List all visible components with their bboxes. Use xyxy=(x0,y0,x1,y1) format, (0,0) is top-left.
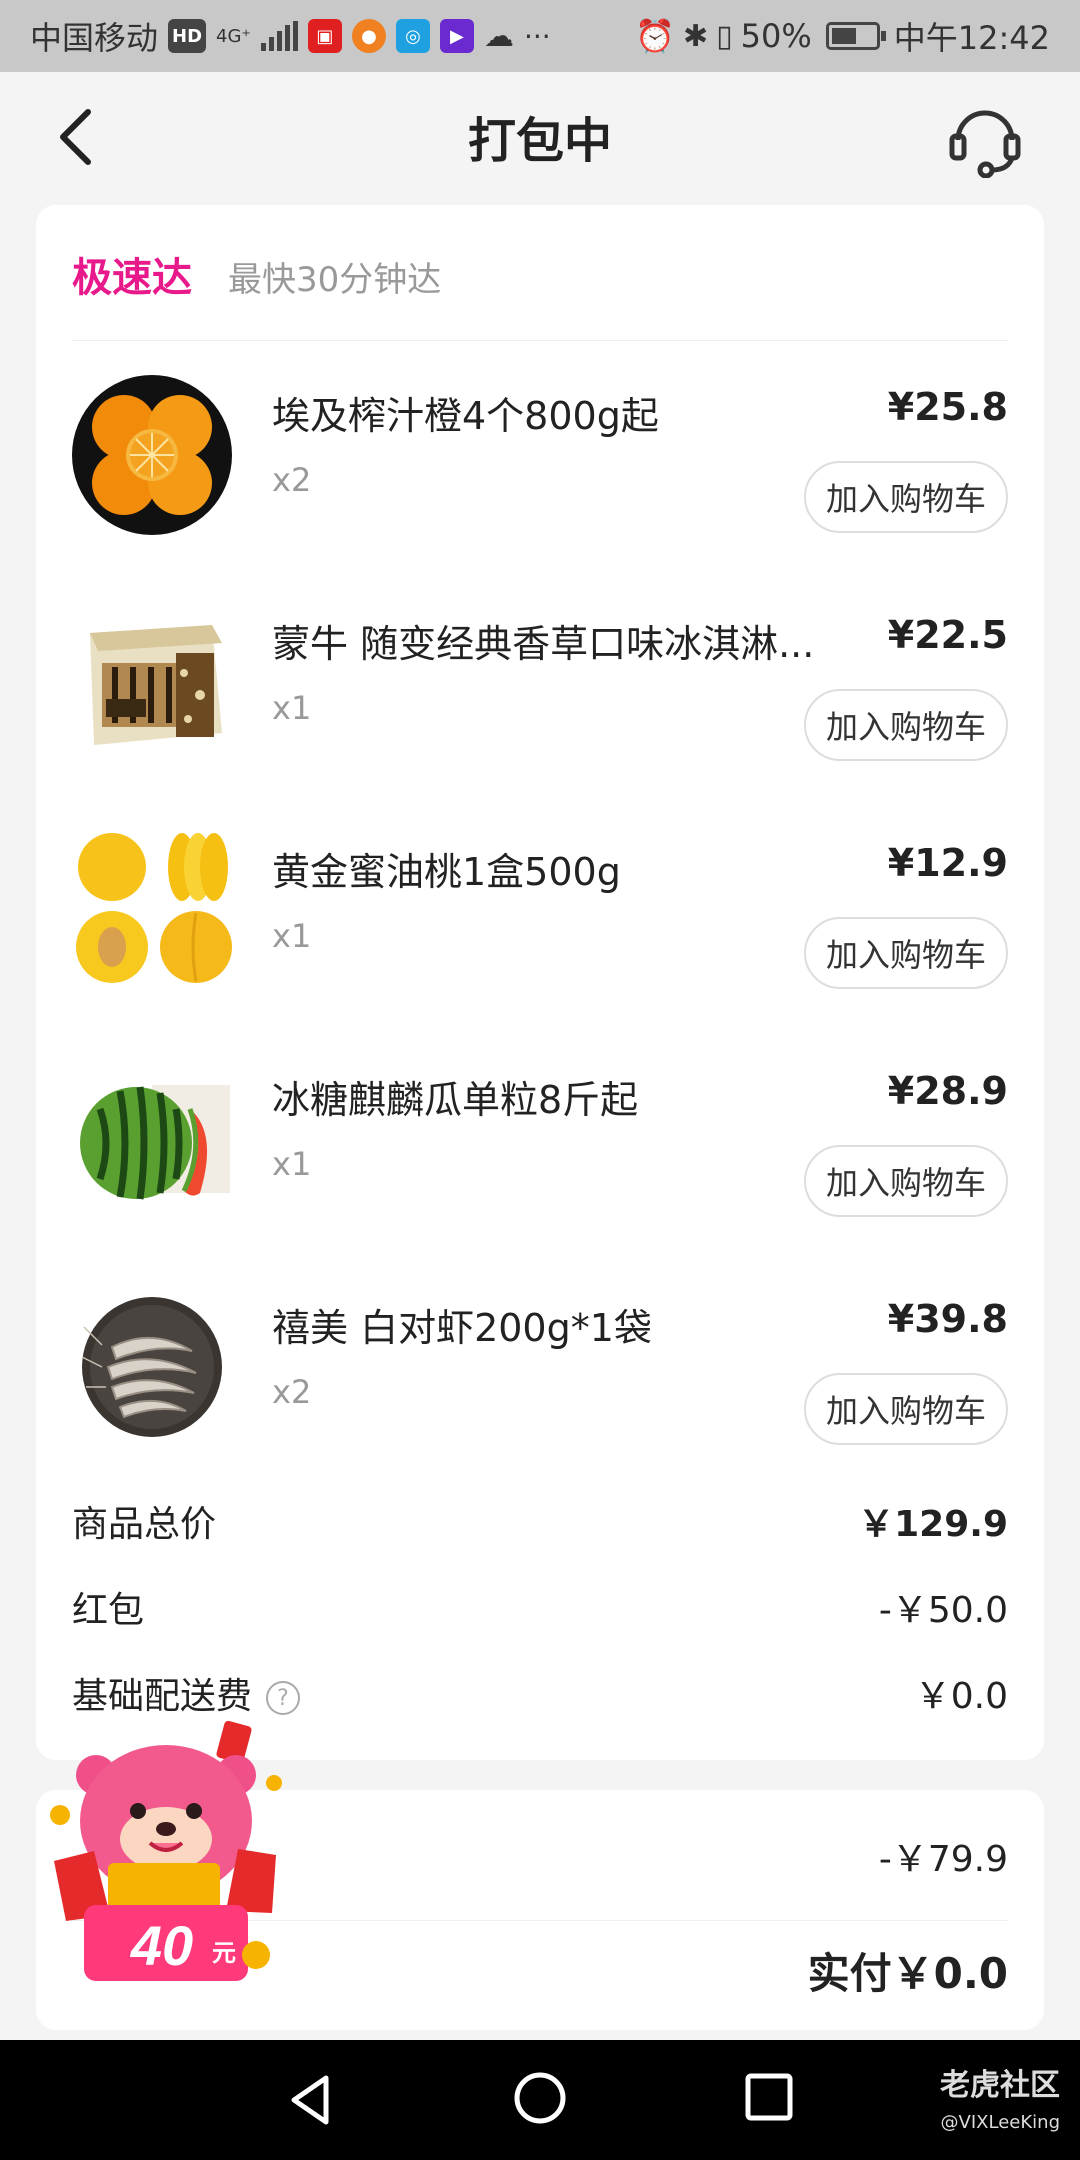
wechat-icon: ☁ xyxy=(483,18,514,54)
network-label: 4G⁺ xyxy=(216,25,251,47)
product-name: 蒙牛 随变经典香草口味冰淇淋... xyxy=(272,622,815,666)
carrier-label: 中国移动 xyxy=(30,19,159,57)
product-price: ¥25.8 xyxy=(887,385,1008,429)
shipping-value: ￥0.0 xyxy=(914,1676,1008,1717)
product-name: 冰糖麒麟瓜单粒8斤起 xyxy=(272,1078,639,1122)
svg-text:40: 40 xyxy=(130,1914,193,1977)
redpack-value: -￥50.0 xyxy=(878,1590,1008,1631)
app-notification-icon: ▣ xyxy=(307,19,342,53)
list-item[interactable]: 蒙牛 随变经典香草口味冰淇淋... ¥22.5 x1 加入购物车 xyxy=(36,603,1044,831)
product-image xyxy=(72,375,232,535)
app-notification-icon: ● xyxy=(351,19,386,53)
clock: 中午12:42 xyxy=(893,19,1050,57)
product-price: ¥22.5 xyxy=(887,613,1008,657)
add-to-cart-button[interactable]: 加入购物车 xyxy=(804,1373,1008,1445)
add-to-cart-button[interactable]: 加入购物车 xyxy=(804,461,1008,533)
bluetooth-icon: ✱ xyxy=(682,18,709,54)
promo-bear-badge[interactable]: 40 元 xyxy=(50,1715,290,1995)
delivery-type: 极速达 xyxy=(72,255,192,301)
product-quantity: x1 xyxy=(272,917,312,955)
add-to-cart-button[interactable]: 加入购物车 xyxy=(804,917,1008,989)
list-item[interactable]: 埃及榨汁橙4个800g起 ¥25.8 x2 加入购物车 xyxy=(36,375,1044,603)
total-label: 商品总价 xyxy=(72,1504,217,1545)
delivery-info: 极速达 最快30分钟达 xyxy=(72,245,441,303)
product-name: 黄金蜜油桃1盒500g xyxy=(272,850,621,894)
product-price: ¥39.8 xyxy=(887,1297,1008,1341)
redpack-label: 红包 xyxy=(72,1590,145,1631)
back-icon[interactable] xyxy=(48,102,108,172)
product-quantity: x1 xyxy=(272,1145,312,1183)
customer-service-icon[interactable] xyxy=(946,100,1024,178)
add-to-cart-button[interactable]: 加入购物车 xyxy=(804,1145,1008,1217)
product-image xyxy=(81,1297,222,1437)
nav-recent-apps-icon[interactable] xyxy=(744,2072,794,2122)
redpack-row: 红包 -￥50.0 xyxy=(72,1581,1008,1633)
product-price: ¥28.9 xyxy=(887,1069,1008,1113)
browser-notification-icon: ◎ xyxy=(395,19,430,53)
bear-mascot-icon: 40 元 xyxy=(50,1720,282,1981)
system-nav-bar: 老虎社区 @VIXLeeKing xyxy=(0,2040,1080,2160)
add-to-cart-button[interactable]: 加入购物车 xyxy=(804,689,1008,761)
product-name: 埃及榨汁橙4个800g起 xyxy=(272,394,659,438)
divider xyxy=(72,340,1008,341)
status-bar: 中国移动 HD 4G⁺ ▣ ● ◎ ▶ ☁ ··· ⏰ ✱ ▯ 50% 中午12… xyxy=(0,0,1080,72)
nav-back-icon[interactable] xyxy=(282,2072,338,2128)
video-notification-icon: ▶ xyxy=(439,19,474,53)
watermark-handle: @VIXLeeKing xyxy=(940,2112,1060,2133)
paid-amount: 实付￥0.0 xyxy=(807,1949,1008,1998)
product-quantity: x1 xyxy=(272,689,312,727)
battery-percent: 50% xyxy=(740,17,812,55)
battery-icon xyxy=(825,22,886,50)
product-image xyxy=(80,1085,230,1200)
product-quantity: x2 xyxy=(272,1373,312,1411)
product-price: ¥12.9 xyxy=(887,841,1008,885)
shipping-row: 基础配送费? ￥0.0 xyxy=(72,1667,1008,1719)
product-name: 禧美 白对虾200g*1袋 xyxy=(272,1306,652,1350)
discount-value: -￥79.9 xyxy=(878,1839,1008,1880)
more-notifications-icon: ··· xyxy=(523,19,551,53)
watermark: 老虎社区 @VIXLeeKing xyxy=(940,2060,1060,2133)
list-item[interactable]: 冰糖麒麟瓜单粒8斤起 ¥28.9 x1 加入购物车 xyxy=(36,1059,1044,1287)
order-card: 极速达 最快30分钟达 埃及榨汁橙4个800g起 ¥25.8 x2 加入购物车 xyxy=(36,205,1044,1760)
signal-icon xyxy=(260,21,298,51)
total-value: ￥129.9 xyxy=(858,1504,1008,1545)
nav-home-icon[interactable] xyxy=(512,2070,568,2126)
vibrate-icon: ▯ xyxy=(716,18,733,54)
alarm-icon: ⏰ xyxy=(635,17,675,55)
page-title: 打包中 xyxy=(467,113,612,169)
hd-badge: HD xyxy=(168,19,207,53)
svg-text:元: 元 xyxy=(212,1939,236,1967)
delivery-description: 最快30分钟达 xyxy=(228,260,442,300)
watermark-title: 老虎社区 xyxy=(940,2068,1060,2103)
help-icon[interactable]: ? xyxy=(266,1681,301,1715)
shipping-label: 基础配送费 xyxy=(72,1676,253,1717)
product-image xyxy=(90,625,222,745)
product-image xyxy=(76,833,232,983)
nav-bar: 打包中 xyxy=(0,72,1080,200)
product-quantity: x2 xyxy=(272,461,312,499)
list-item[interactable]: 黄金蜜油桃1盒500g ¥12.9 x1 加入购物车 xyxy=(36,831,1044,1059)
list-item[interactable]: 禧美 白对虾200g*1袋 ¥39.8 x2 加入购物车 xyxy=(36,1287,1044,1515)
total-row: 商品总价 ￥129.9 xyxy=(72,1495,1008,1547)
